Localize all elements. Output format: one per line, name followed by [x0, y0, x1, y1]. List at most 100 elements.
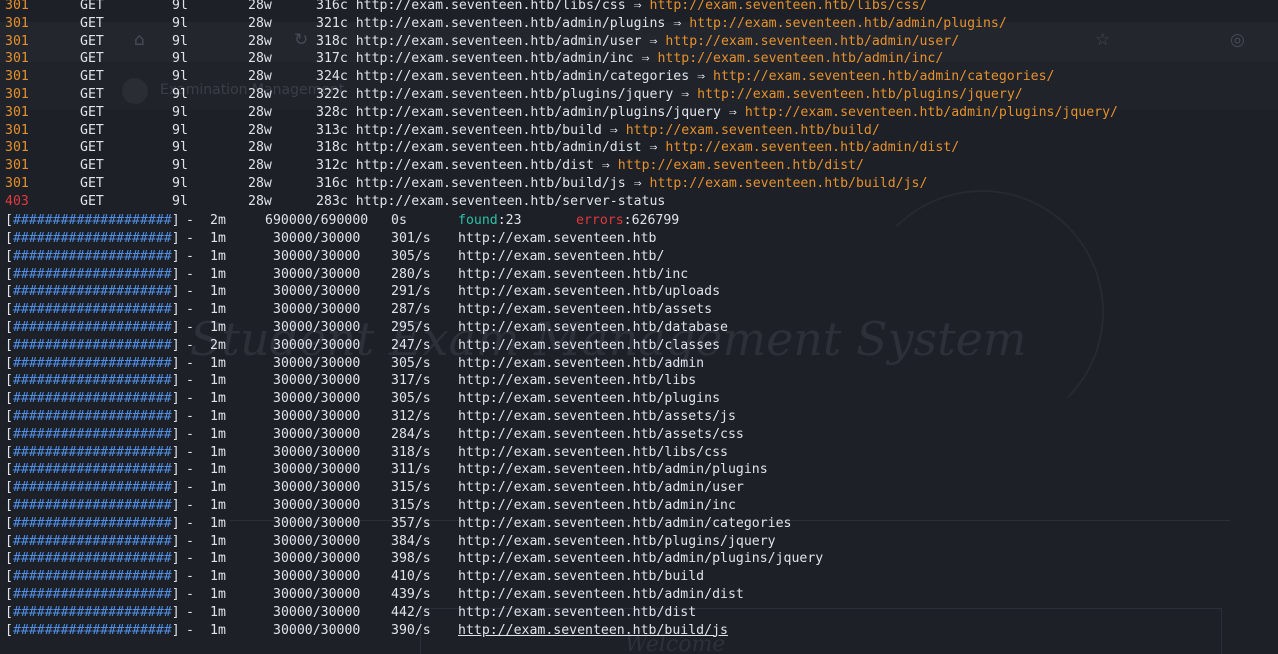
request-rate: 398/s — [391, 551, 431, 567]
request-rate: 318/s — [391, 444, 431, 460]
result-url[interactable]: http://exam.seventeen.htb/admin/plugins/… — [356, 105, 721, 120]
result-url[interactable]: http://exam.seventeen.htb/admin/categori… — [356, 69, 689, 84]
elapsed-time: 1m — [210, 498, 226, 513]
progress-bar-fill: #################### — [12, 409, 172, 424]
request-count: 30000/30000 — [273, 409, 361, 424]
redirect-url[interactable]: http://exam.seventeen.htb/admin/categori… — [713, 69, 1054, 84]
char-count: 321c — [316, 15, 348, 31]
http-method: GET — [80, 0, 104, 13]
redirect-arrow: ⇒ — [601, 158, 610, 174]
word-count: 28w — [248, 176, 272, 191]
found-count: found:23 — [458, 212, 522, 230]
http-method: GET — [80, 51, 104, 67]
scan-url[interactable]: http://exam.seventeen.htb — [458, 230, 657, 248]
scan-url[interactable]: http://exam.seventeen.htb/admin/dist — [458, 586, 744, 604]
progress-bar-fill: #################### — [12, 231, 172, 246]
elapsed-time: 1m — [210, 320, 226, 335]
scan-url[interactable]: http://exam.seventeen.htb/assets — [458, 301, 712, 319]
char-count: 328c — [316, 104, 348, 120]
result-url[interactable]: http://exam.seventeen.htb/admin/plugins — [356, 16, 666, 31]
scan-url[interactable]: http://exam.seventeen.htb/admin/plugins — [458, 461, 768, 479]
redirect-url[interactable]: http://exam.seventeen.htb/admin/inc/ — [657, 51, 943, 66]
line-count: 9l — [172, 176, 188, 191]
elapsed-time: 1m — [210, 551, 226, 567]
scan-url[interactable]: http://exam.seventeen.htb/admin/categori… — [458, 515, 791, 533]
progress-bar: [####################] — [5, 320, 180, 335]
result-url[interactable]: http://exam.seventeen.htb/plugins/jquery — [356, 87, 674, 102]
http-method: GET — [80, 104, 104, 120]
redirect-url[interactable]: http://exam.seventeen.htb/admin/plugins/ — [689, 16, 1007, 31]
request-count: 30000/30000 — [273, 604, 361, 620]
redirect-arrow: ⇒ — [697, 69, 706, 85]
progress-bar: [####################] — [5, 409, 180, 424]
result-url[interactable]: http://exam.seventeen.htb/libs/css — [356, 0, 626, 13]
redirect-url[interactable]: http://exam.seventeen.htb/dist/ — [618, 158, 864, 173]
result-url[interactable]: http://exam.seventeen.htb/admin/inc — [356, 51, 634, 66]
result-url[interactable]: http://exam.seventeen.htb/build/js — [356, 176, 626, 191]
request-rate: 312/s — [391, 409, 431, 424]
line-count: 9l — [172, 0, 188, 13]
elapsed-time: 1m — [210, 587, 226, 602]
scan-url[interactable]: http://exam.seventeen.htb/build/js — [458, 622, 728, 640]
eta: 0s — [391, 213, 407, 228]
found-label: found — [458, 213, 498, 228]
scan-url[interactable]: http://exam.seventeen.htb/admin/user — [458, 479, 744, 497]
progress-bar-fill: #################### — [12, 587, 172, 602]
result-line: 328c http://exam.seventeen.htb/admin/plu… — [316, 104, 1118, 122]
progress-bar-fill: #################### — [12, 462, 172, 478]
request-rate: 442/s — [391, 604, 431, 620]
result-url[interactable]: http://exam.seventeen.htb/admin/user — [356, 34, 642, 49]
progress-bar-fill: #################### — [12, 498, 172, 513]
scan-url[interactable]: http://exam.seventeen.htb/admin — [458, 355, 704, 373]
summary-line: [####################] - 2m 690000/69000… — [5, 212, 679, 230]
separator: - — [186, 266, 194, 282]
redirect-url[interactable]: http://exam.seventeen.htb/admin/plugins/… — [745, 105, 1118, 120]
scan-url[interactable]: http://exam.seventeen.htb/database — [458, 319, 728, 337]
scan-url[interactable]: http://exam.seventeen.htb/libs — [458, 372, 696, 390]
status-code: 301 — [5, 69, 29, 85]
separator: - — [186, 569, 194, 585]
scan-url[interactable]: http://exam.seventeen.htb/inc — [458, 266, 688, 284]
scan-url[interactable]: http://exam.seventeen.htb/dist — [458, 604, 696, 622]
redirect-url[interactable]: http://exam.seventeen.htb/plugins/jquery… — [697, 87, 1023, 102]
scan-url[interactable]: http://exam.seventeen.htb/assets/js — [458, 408, 736, 426]
char-count: 318c — [316, 140, 348, 156]
result-url[interactable]: http://exam.seventeen.htb/dist — [356, 158, 594, 173]
request-count: 30000/30000 — [273, 355, 361, 371]
scan-url[interactable]: http://exam.seventeen.htb/build — [458, 568, 704, 586]
redirect-arrow: ⇒ — [673, 15, 682, 31]
scan-url[interactable]: http://exam.seventeen.htb/ — [458, 248, 664, 266]
redirect-url[interactable]: http://exam.seventeen.htb/build/js/ — [650, 176, 928, 191]
redirect-url[interactable]: http://exam.seventeen.htb/libs/css/ — [650, 0, 928, 13]
elapsed-time: 2m — [210, 213, 226, 228]
scan-url[interactable]: http://exam.seventeen.htb/assets/css — [458, 426, 744, 444]
redirect-url[interactable]: http://exam.seventeen.htb/admin/dist/ — [665, 140, 959, 155]
elapsed-time: 1m — [210, 284, 226, 300]
result-line: 322c http://exam.seventeen.htb/plugins/j… — [316, 86, 1023, 104]
progress-bar-fill: #################### — [12, 622, 172, 638]
result-url[interactable]: http://exam.seventeen.htb/server-status — [356, 194, 666, 209]
separator: - — [186, 622, 194, 638]
request-rate: 311/s — [391, 462, 431, 478]
error-count: errors:626799 — [576, 212, 679, 230]
scan-url[interactable]: http://exam.seventeen.htb/uploads — [458, 283, 720, 301]
word-count: 28w — [248, 122, 272, 138]
scan-url[interactable]: http://exam.seventeen.htb/admin/inc — [458, 497, 736, 515]
result-url[interactable]: http://exam.seventeen.htb/admin/dist — [356, 140, 642, 155]
scan-url[interactable]: http://exam.seventeen.htb/classes — [458, 337, 720, 355]
result-url[interactable]: http://exam.seventeen.htb/build — [356, 123, 602, 138]
scan-url[interactable]: http://exam.seventeen.htb/plugins — [458, 390, 720, 408]
redirect-url[interactable]: http://exam.seventeen.htb/admin/user/ — [665, 34, 959, 49]
elapsed-time: 1m — [210, 622, 226, 638]
progress-bar: [####################] — [5, 551, 180, 567]
scan-url[interactable]: http://exam.seventeen.htb/plugins/jquery — [458, 533, 776, 551]
redirect-url[interactable]: http://exam.seventeen.htb/build/ — [626, 123, 880, 138]
http-method: GET — [80, 69, 104, 85]
request-count: 30000/30000 — [273, 231, 361, 246]
status-code: 301 — [5, 0, 29, 13]
separator: - — [186, 213, 194, 228]
scan-url[interactable]: http://exam.seventeen.htb/admin/plugins/… — [458, 550, 823, 568]
request-count: 30000/30000 — [273, 373, 361, 389]
elapsed-time: 1m — [210, 480, 226, 496]
scan-url[interactable]: http://exam.seventeen.htb/libs/css — [458, 444, 728, 462]
